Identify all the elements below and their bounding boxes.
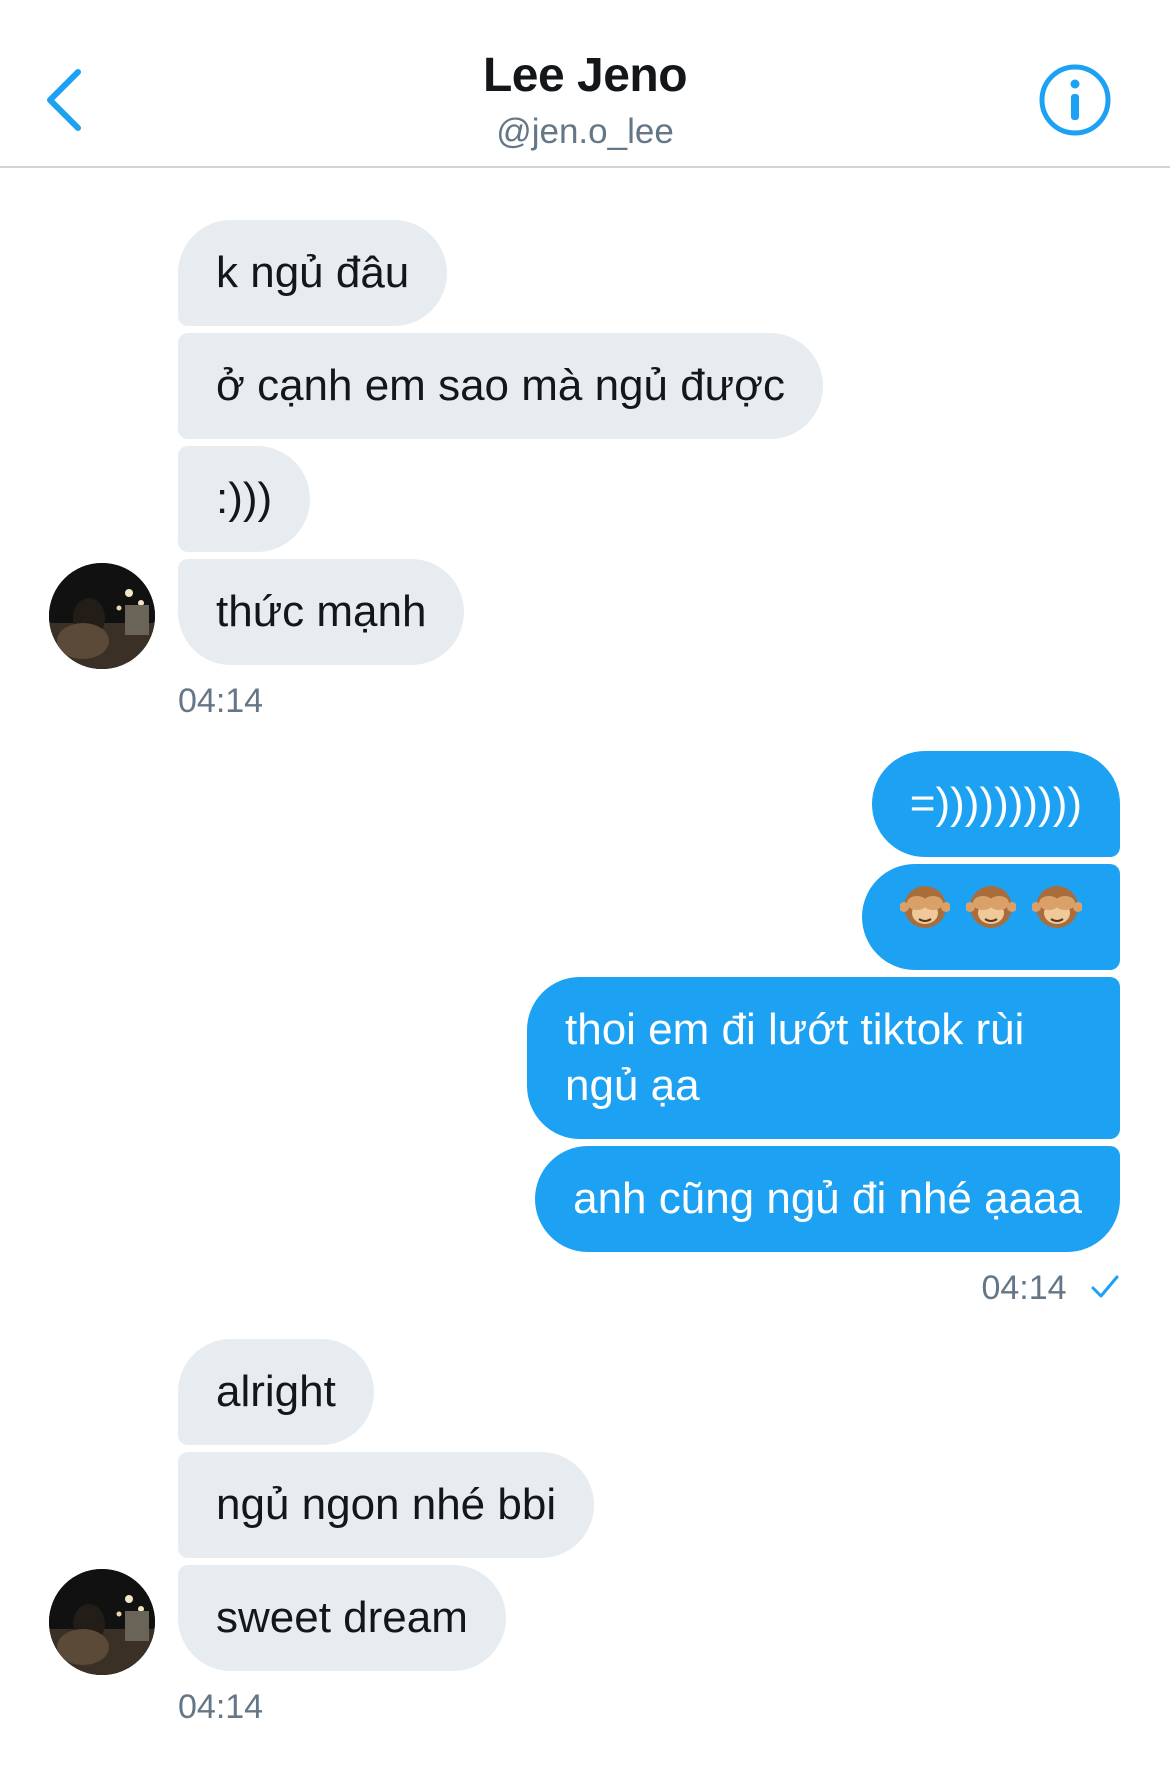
outgoing-message[interactable] [862, 864, 1120, 970]
message-text: thức mạnh [216, 587, 427, 636]
message-text: alright [216, 1367, 336, 1416]
message-timestamp: 04:14 [981, 1269, 1067, 1307]
incoming-message[interactable]: alright [178, 1339, 374, 1445]
message-timestamp: 04:14 [178, 1688, 264, 1726]
conversation-header: Lee Jeno @jen.o_lee [0, 0, 1170, 168]
contact-name: Lee Jeno [482, 49, 688, 102]
avatar-photo [49, 563, 155, 669]
dm-conversation: Lee Jeno @jen.o_lee k ngủ đâu ở cạnh em … [0, 0, 1170, 1772]
emoji-message [899, 864, 1083, 970]
sent-check-icon [1090, 1270, 1120, 1310]
message-text: sweet dream [216, 1593, 468, 1642]
message-text: :))) [216, 474, 273, 523]
avatar[interactable] [49, 563, 155, 669]
incoming-message[interactable]: k ngủ đâu [178, 220, 448, 326]
message-timestamp-row: 04:14 [981, 1268, 1120, 1310]
incoming-message[interactable]: :))) [178, 446, 311, 552]
incoming-message[interactable]: sweet dream [178, 1565, 506, 1671]
see-no-evil-monkey-icon [1031, 864, 1083, 970]
contact-handle: @jen.o_lee [496, 112, 674, 151]
see-no-evil-monkey-icon [899, 864, 951, 970]
message-text: k ngủ đâu [216, 248, 410, 297]
message-text: =)))))))))) [909, 779, 1082, 828]
incoming-message[interactable]: ngủ ngon nhé bbi [178, 1452, 595, 1558]
info-icon [1039, 64, 1111, 136]
message-timestamp: 04:14 [178, 682, 264, 720]
outgoing-message[interactable]: =)))))))))) [871, 751, 1120, 857]
avatar[interactable] [49, 1569, 155, 1675]
incoming-message[interactable]: ở cạnh em sao mà ngủ được [178, 333, 823, 439]
incoming-message[interactable]: thức mạnh [178, 559, 465, 665]
message-text: anh cũng ngủ đi nhé ạaaa [573, 1174, 1082, 1223]
message-text: ở cạnh em sao mà ngủ được [216, 361, 785, 410]
header-title-block[interactable]: Lee Jeno @jen.o_lee [0, 46, 1170, 154]
outgoing-message[interactable]: anh cũng ngủ đi nhé ạaaa [535, 1146, 1120, 1252]
message-text: thoi em đi lướt tiktok rùi ngủ ạa [565, 1005, 1025, 1110]
see-no-evil-monkey-icon [965, 864, 1017, 970]
avatar-photo [49, 1569, 155, 1675]
message-text: ngủ ngon nhé bbi [216, 1480, 557, 1529]
info-button[interactable] [1037, 62, 1113, 138]
outgoing-message[interactable]: thoi em đi lướt tiktok rùi ngủ ạa [527, 977, 1120, 1139]
